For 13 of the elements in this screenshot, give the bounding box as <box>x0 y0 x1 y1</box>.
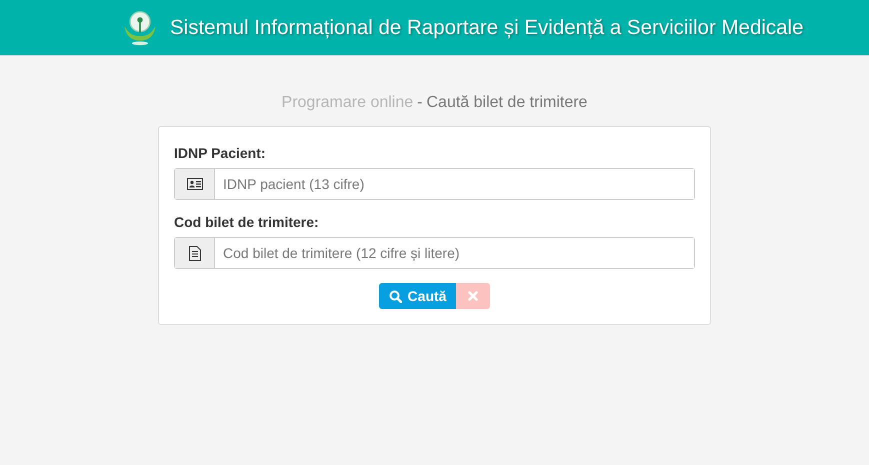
app-title: Sistemul Informațional de Raportare și Evidență a Serviciilor Medicale <box>170 16 804 40</box>
document-icon <box>188 246 200 260</box>
close-icon <box>468 291 478 301</box>
id-card-icon <box>186 178 202 190</box>
input-field[interactable]: IDNP pacient (13 cifre) <box>174 168 695 200</box>
search-button[interactable]: Caută <box>378 283 456 309</box>
search-icon <box>388 290 402 302</box>
page-subtitle: Caută bilet de trimitere <box>426 94 588 112</box>
field-label: Cod bilet de trimitere: <box>174 214 320 230</box>
input-field[interactable]: Cod bilet de trimitere (12 cifre și litere) <box>174 237 695 269</box>
section-title: Programare online <box>282 94 414 112</box>
field-label: IDNP Pacient: <box>174 145 267 161</box>
title-separator: - <box>417 94 422 112</box>
